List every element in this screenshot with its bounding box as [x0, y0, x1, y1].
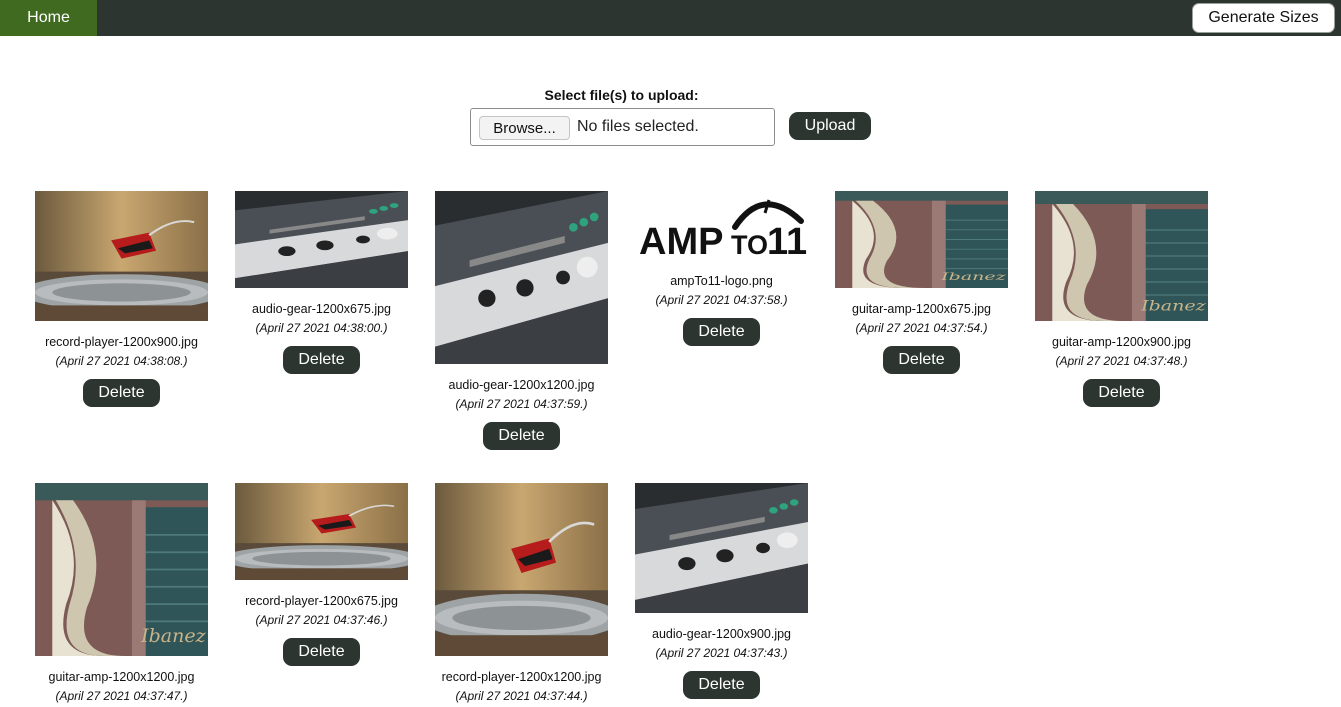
- svg-text:Ibanez: Ibanez: [940, 271, 1007, 283]
- delete-button[interactable]: Delete: [83, 379, 160, 407]
- svg-text:11: 11: [767, 221, 807, 263]
- file-name: record-player-1200x675.jpg: [245, 594, 398, 608]
- gallery-item: record-player-1200x675.jpg (April 27 202…: [235, 483, 408, 666]
- delete-button[interactable]: Delete: [1083, 379, 1160, 407]
- amp-to-11-logo: AMP TO 11: [639, 199, 807, 263]
- upload-button[interactable]: Upload: [789, 112, 871, 140]
- delete-button[interactable]: Delete: [483, 422, 560, 450]
- delete-button[interactable]: Delete: [683, 318, 760, 346]
- file-date: (April 27 2021 04:37:59.): [455, 397, 588, 411]
- upload-label: Select file(s) to upload:: [544, 87, 699, 103]
- gallery-item: Ibanez guitar-amp-1200x1200.jpg (April 2…: [35, 483, 208, 703]
- amp-logo-thumbnail[interactable]: AMP TO 11: [635, 191, 808, 267]
- svg-text:Ibanez: Ibanez: [1140, 297, 1206, 314]
- file-name: audio-gear-1200x1200.jpg: [448, 378, 595, 392]
- image-thumbnail[interactable]: [435, 191, 608, 364]
- file-date: (April 27 2021 04:37:47.): [55, 689, 188, 703]
- svg-text:AMP: AMP: [639, 221, 723, 263]
- gallery-item: audio-gear-1200x1200.jpg (April 27 2021 …: [435, 191, 608, 450]
- home-nav-button[interactable]: Home: [0, 0, 97, 36]
- file-name: guitar-amp-1200x675.jpg: [852, 302, 991, 316]
- guitar-amp-photo: Ibanez: [835, 191, 1008, 288]
- gallery-item: audio-gear-1200x675.jpg (April 27 2021 0…: [235, 191, 408, 374]
- file-status-text: No files selected.: [577, 118, 699, 135]
- gallery-item: record-player-1200x900.jpg (April 27 202…: [35, 191, 208, 407]
- record-player-photo: [235, 483, 408, 580]
- file-input[interactable]: Browse... No files selected.: [470, 108, 775, 146]
- file-date: (April 27 2021 04:37:44.): [455, 689, 588, 703]
- image-thumbnail[interactable]: [235, 191, 408, 288]
- delete-button[interactable]: Delete: [283, 638, 360, 666]
- file-name: record-player-1200x900.jpg: [45, 335, 198, 349]
- image-thumbnail[interactable]: [235, 483, 408, 580]
- file-date: (April 27 2021 04:38:08.): [55, 354, 188, 368]
- svg-text:TO: TO: [731, 230, 768, 260]
- file-date: (April 27 2021 04:38:00.): [255, 321, 388, 335]
- generate-sizes-button[interactable]: Generate Sizes: [1192, 3, 1335, 33]
- image-thumbnail[interactable]: Ibanez: [35, 483, 208, 656]
- file-name: ampTo11-logo.png: [670, 274, 773, 288]
- delete-button[interactable]: Delete: [683, 671, 760, 699]
- image-thumbnail[interactable]: [35, 191, 208, 321]
- gallery-item: record-player-1200x1200.jpg (April 27 20…: [435, 483, 608, 703]
- file-date: (April 27 2021 04:37:46.): [255, 613, 388, 627]
- file-date: (April 27 2021 04:37:54.): [855, 321, 988, 335]
- file-name: guitar-amp-1200x1200.jpg: [48, 670, 195, 684]
- delete-button[interactable]: Delete: [283, 346, 360, 374]
- browse-button[interactable]: Browse...: [479, 116, 570, 140]
- file-name: record-player-1200x1200.jpg: [441, 670, 602, 684]
- image-thumbnail[interactable]: [635, 483, 808, 613]
- file-name: audio-gear-1200x900.jpg: [652, 627, 791, 641]
- record-player-photo: [35, 191, 208, 321]
- audio-gear-photo: [635, 483, 808, 613]
- file-date: (April 27 2021 04:37:43.): [655, 646, 788, 660]
- guitar-amp-photo: Ibanez: [35, 483, 208, 656]
- delete-button[interactable]: Delete: [883, 346, 960, 374]
- audio-gear-photo: [235, 191, 408, 288]
- file-name: audio-gear-1200x675.jpg: [252, 302, 391, 316]
- file-date: (April 27 2021 04:37:58.): [655, 293, 788, 307]
- record-player-photo: [435, 483, 608, 656]
- gallery-item: Ibanez guitar-amp-1200x675.jpg (April 27…: [835, 191, 1008, 374]
- file-name: guitar-amp-1200x900.jpg: [1052, 335, 1191, 349]
- file-date: (April 27 2021 04:37:48.): [1055, 354, 1188, 368]
- svg-text:Ibanez: Ibanez: [140, 625, 207, 647]
- image-thumbnail[interactable]: [435, 483, 608, 656]
- image-thumbnail[interactable]: Ibanez: [1035, 191, 1208, 321]
- gallery-item: audio-gear-1200x900.jpg (April 27 2021 0…: [635, 483, 808, 699]
- audio-gear-photo: [435, 191, 608, 364]
- gallery-item: Ibanez guitar-amp-1200x900.jpg (April 27…: [1035, 191, 1208, 407]
- gallery-item: AMP TO 11 ampTo11-logo.png (April 27 202…: [635, 191, 808, 346]
- top-nav-bar: Home Generate Sizes: [0, 0, 1341, 36]
- guitar-amp-photo: Ibanez: [1035, 191, 1208, 321]
- image-thumbnail[interactable]: Ibanez: [835, 191, 1008, 288]
